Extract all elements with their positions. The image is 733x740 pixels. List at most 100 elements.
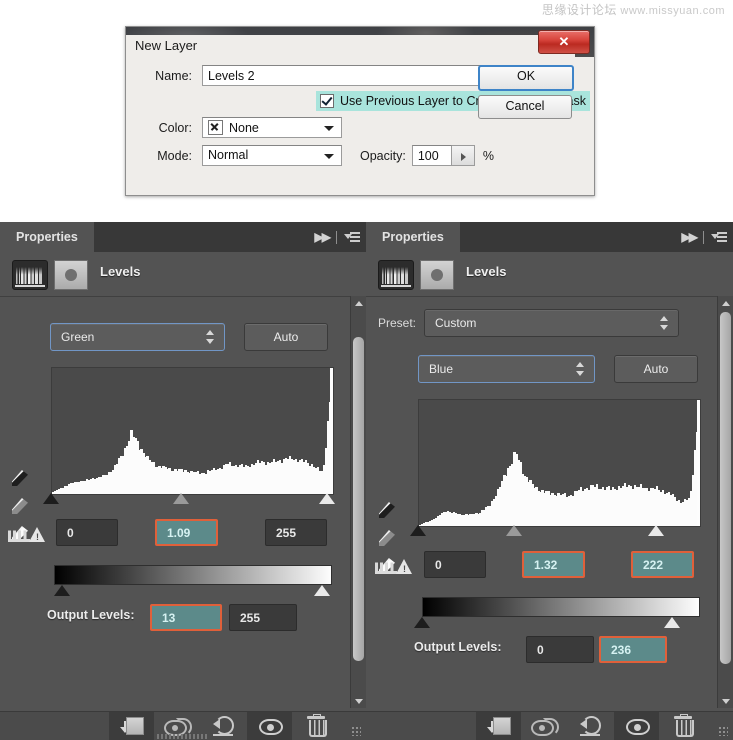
input-sliders-left: [43, 493, 340, 505]
clip-to-layer-button[interactable]: [109, 712, 154, 740]
blend-mode-select[interactable]: Normal: [202, 145, 342, 166]
mode-row: Mode: Normal Opacity: %: [144, 145, 494, 166]
histogram-baseline: [381, 285, 411, 287]
auto-button[interactable]: Auto: [244, 323, 328, 351]
cancel-button[interactable]: Cancel: [478, 95, 572, 119]
clip-to-layer-button[interactable]: [476, 712, 521, 740]
preset-label: Preset:: [378, 316, 416, 330]
scrollbar-thumb[interactable]: [353, 337, 364, 661]
opacity-label: Opacity:: [360, 149, 406, 163]
panel-menu-icon[interactable]: [711, 232, 727, 243]
input-black-field[interactable]: 0: [424, 551, 486, 578]
input-black-slider[interactable]: [410, 525, 426, 536]
panel-drag-handle[interactable]: [157, 734, 209, 739]
channel-select[interactable]: Green: [50, 323, 225, 351]
output-sliders-left: [46, 585, 338, 597]
toggle-visibility-button[interactable]: [247, 712, 292, 740]
histogram-bars: [419, 400, 700, 526]
output-black-field[interactable]: 13: [150, 604, 222, 631]
eye-icon: [259, 719, 281, 733]
preset-row: Preset: Custom: [378, 309, 679, 337]
toggle-visibility-button[interactable]: [614, 712, 659, 740]
input-white-slider[interactable]: [648, 525, 664, 536]
opacity-stepper[interactable]: [452, 145, 475, 166]
trash-icon: [307, 716, 325, 736]
resize-grip[interactable]: [718, 726, 728, 736]
set-black-point-eyedropper-icon[interactable]: [376, 499, 398, 521]
clip-to-layer-icon: [120, 717, 144, 735]
output-white-field[interactable]: 236: [599, 636, 667, 663]
blend-mode-value: Normal: [208, 148, 248, 162]
input-black-slider[interactable]: [43, 493, 59, 504]
scroll-up-arrow[interactable]: [718, 296, 733, 310]
channel-select[interactable]: Blue: [418, 355, 595, 383]
input-gamma-field[interactable]: 1.32: [522, 551, 585, 578]
input-black-field[interactable]: 0: [56, 519, 118, 546]
clipping-warning-icon: !: [375, 556, 415, 578]
set-black-point-eyedropper-icon[interactable]: [9, 467, 31, 489]
output-black-slider[interactable]: [54, 585, 70, 596]
reset-adjustment-button[interactable]: [568, 712, 613, 740]
watermark-cn: 思缘设计论坛: [542, 3, 617, 17]
close-icon[interactable]: ✕: [538, 30, 590, 54]
input-gamma-slider[interactable]: [173, 493, 189, 504]
input-gamma-field[interactable]: 1.09: [155, 519, 218, 546]
output-gradient-bar-right: [422, 597, 700, 617]
adjustment-header-left: Levels: [0, 252, 366, 297]
input-white-field[interactable]: 255: [265, 519, 327, 546]
panel-tab-icons: ▶▶: [682, 222, 727, 252]
layer-name-input[interactable]: [202, 65, 484, 86]
set-gray-point-eyedropper-icon[interactable]: [376, 527, 398, 549]
tab-properties[interactable]: Properties: [0, 222, 94, 252]
input-white-field[interactable]: 222: [631, 551, 694, 578]
panel-tabbar-left: Properties ▶▶: [0, 222, 366, 252]
layer-mask-thumbnail[interactable]: [54, 260, 88, 290]
output-black-field[interactable]: 0: [526, 636, 594, 663]
name-row: Name:: [144, 65, 484, 86]
opacity-percent-label: %: [483, 149, 494, 163]
input-white-slider[interactable]: [319, 493, 335, 504]
color-select[interactable]: None: [202, 117, 342, 138]
scroll-down-arrow[interactable]: [351, 694, 366, 708]
panel-scrollbar-right[interactable]: [717, 296, 733, 708]
output-white-slider[interactable]: [664, 617, 680, 628]
ok-button[interactable]: OK: [478, 65, 574, 91]
output-white-slider[interactable]: [314, 585, 330, 596]
levels-adjustment-icon[interactable]: [378, 260, 414, 290]
chevron-down-icon: [324, 154, 334, 159]
layer-mask-thumbnail[interactable]: [420, 260, 454, 290]
input-sliders-right: [410, 525, 707, 537]
scrollbar-thumb[interactable]: [720, 312, 731, 664]
output-levels-row-left: Output Levels:: [47, 608, 135, 622]
adjustment-header-right: Levels: [366, 252, 733, 297]
color-row: Color: None: [144, 117, 342, 138]
view-previous-state-button[interactable]: [522, 712, 567, 740]
output-white-field[interactable]: 255: [229, 604, 297, 631]
dialog-title: New Layer: [126, 35, 575, 57]
resize-grip[interactable]: [351, 726, 361, 736]
channel-row-left: Green Auto: [50, 323, 328, 351]
scroll-down-arrow[interactable]: [718, 694, 733, 708]
panel-scrollbar-left[interactable]: [350, 296, 366, 708]
delete-adjustment-button[interactable]: [660, 712, 705, 740]
panel-menu-icon[interactable]: [344, 232, 360, 243]
double-chevron-right-icon[interactable]: ▶▶: [315, 230, 329, 244]
scroll-up-arrow[interactable]: [351, 296, 366, 310]
output-black-slider[interactable]: [414, 617, 430, 628]
output-levels-label: Output Levels:: [47, 608, 135, 622]
delete-adjustment-button[interactable]: [293, 712, 338, 740]
output-gradient-bar-left: [54, 565, 332, 585]
opacity-input[interactable]: [412, 145, 452, 166]
panel-tab-icons: ▶▶: [315, 222, 360, 252]
panel-bottom-bar-left: [0, 711, 366, 740]
preset-select[interactable]: Custom: [424, 309, 679, 337]
auto-button[interactable]: Auto: [614, 355, 698, 383]
watermark-url: www.missyuan.com: [620, 5, 725, 17]
checkbox-checked-icon[interactable]: [320, 94, 334, 108]
levels-adjustment-icon[interactable]: [12, 260, 48, 290]
double-chevron-right-icon[interactable]: ▶▶: [682, 230, 696, 244]
input-gamma-slider[interactable]: [506, 525, 522, 536]
set-gray-point-eyedropper-icon[interactable]: [9, 495, 31, 517]
watermark: 思缘设计论坛 www.missyuan.com: [542, 1, 725, 18]
tab-properties[interactable]: Properties: [366, 222, 460, 252]
